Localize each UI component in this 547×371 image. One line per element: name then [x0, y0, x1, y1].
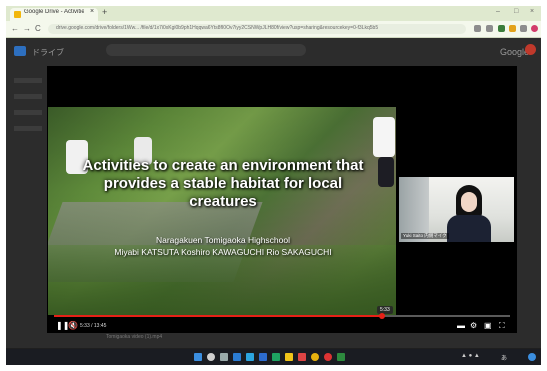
- video-player[interactable]: Activities to create an environment that…: [47, 66, 517, 333]
- settings-icon[interactable]: ⚙: [470, 321, 477, 330]
- forward-button[interactable]: →: [23, 24, 31, 33]
- tab-bar: Google Drive - Activities (MP4) × + – □ …: [6, 6, 541, 21]
- profile-avatar[interactable]: [531, 25, 538, 32]
- file-list-row[interactable]: Tomigaoka video (1).mp4: [106, 334, 162, 340]
- captions-icon[interactable]: ▬: [457, 321, 465, 330]
- url-text: drive.google.com/drive/folders/1Ww... /f…: [56, 25, 379, 31]
- progress-fill: [54, 315, 383, 317]
- video-school: Naragakuen Tomigaoka Highschool Miyabi K…: [68, 234, 378, 258]
- school-name: Naragakuen Tomigaoka Highschool: [155, 235, 291, 245]
- time-display: 5:33 / 13:45: [80, 323, 107, 329]
- back-button[interactable]: ←: [11, 24, 19, 33]
- account-avatar[interactable]: [525, 44, 536, 55]
- minimize-button[interactable]: –: [496, 8, 500, 15]
- puzzle-icon[interactable]: [520, 25, 527, 32]
- progress-handle[interactable]: [379, 313, 386, 319]
- browser-toolbar: ← → C drive.google.com/drive/folders/1Ww…: [6, 21, 541, 38]
- student-figure: [378, 157, 394, 187]
- miniplayer-icon[interactable]: ▣: [484, 321, 492, 330]
- tab-close-icon[interactable]: ×: [90, 8, 94, 15]
- author-names: Miyabi KATSUTA Koshiro KAWAGUCHI Rio SAK…: [114, 247, 332, 257]
- cam-body: [447, 215, 491, 242]
- student-figure: [373, 117, 395, 157]
- reload-button[interactable]: C: [35, 24, 41, 33]
- app-icon[interactable]: [259, 353, 267, 361]
- start-icon[interactable]: [194, 353, 202, 361]
- extension-icon[interactable]: [498, 25, 505, 32]
- search-icon[interactable]: [207, 353, 215, 361]
- sidebar-item[interactable]: [14, 126, 42, 131]
- taskbar: ▲ ● ▲ あ: [6, 349, 541, 365]
- drive-title: ドライブ: [32, 48, 64, 57]
- webcam-overlay: Yuki Saito 内側マイク: [399, 177, 514, 242]
- new-tab-button[interactable]: +: [102, 7, 107, 17]
- sidebar-item[interactable]: [14, 78, 42, 83]
- drive-search-bar[interactable]: [106, 44, 306, 56]
- tray-icons[interactable]: ▲ ● ▲: [461, 353, 480, 359]
- tab-title: Google Drive - Activities (MP4): [24, 9, 84, 15]
- address-bar[interactable]: drive.google.com/drive/folders/1Ww... /f…: [48, 24, 466, 34]
- cam-name-label: Yuki Saito 内側マイク: [401, 233, 449, 239]
- share-icon[interactable]: [474, 25, 481, 32]
- progress-bar[interactable]: [54, 313, 510, 319]
- extension-icon[interactable]: [509, 25, 516, 32]
- drive-favicon-icon: [14, 11, 21, 18]
- app-icon[interactable]: [324, 353, 332, 361]
- video-frame[interactable]: Activities to create an environment that…: [48, 107, 396, 315]
- app-icon[interactable]: [272, 353, 280, 361]
- task-view-icon[interactable]: [220, 353, 228, 361]
- sidebar-item[interactable]: [14, 94, 42, 99]
- cam-face: [461, 192, 477, 212]
- maximize-button[interactable]: □: [514, 8, 518, 15]
- app-icon[interactable]: [298, 353, 306, 361]
- chrome-icon[interactable]: [311, 353, 319, 361]
- tray-ime-icon[interactable]: あ: [501, 353, 507, 362]
- star-icon[interactable]: [486, 25, 493, 32]
- edge-icon[interactable]: [246, 353, 254, 361]
- mute-icon[interactable]: 🔇: [68, 321, 78, 330]
- video-title: Activities to create an environment that…: [82, 157, 364, 210]
- notification-icon[interactable]: [528, 353, 536, 361]
- close-window-button[interactable]: ×: [530, 8, 534, 15]
- folder-icon[interactable]: [285, 353, 293, 361]
- fullscreen-icon[interactable]: ⛶: [499, 321, 505, 330]
- app-icon[interactable]: [233, 353, 241, 361]
- browser-tab[interactable]: Google Drive - Activities (MP4) ×: [10, 8, 98, 21]
- screen: Google Drive - Activities (MP4) × + – □ …: [6, 6, 541, 365]
- app-icon[interactable]: [337, 353, 345, 361]
- sidebar-item[interactable]: [14, 110, 42, 115]
- drive-logo-icon: [14, 46, 26, 56]
